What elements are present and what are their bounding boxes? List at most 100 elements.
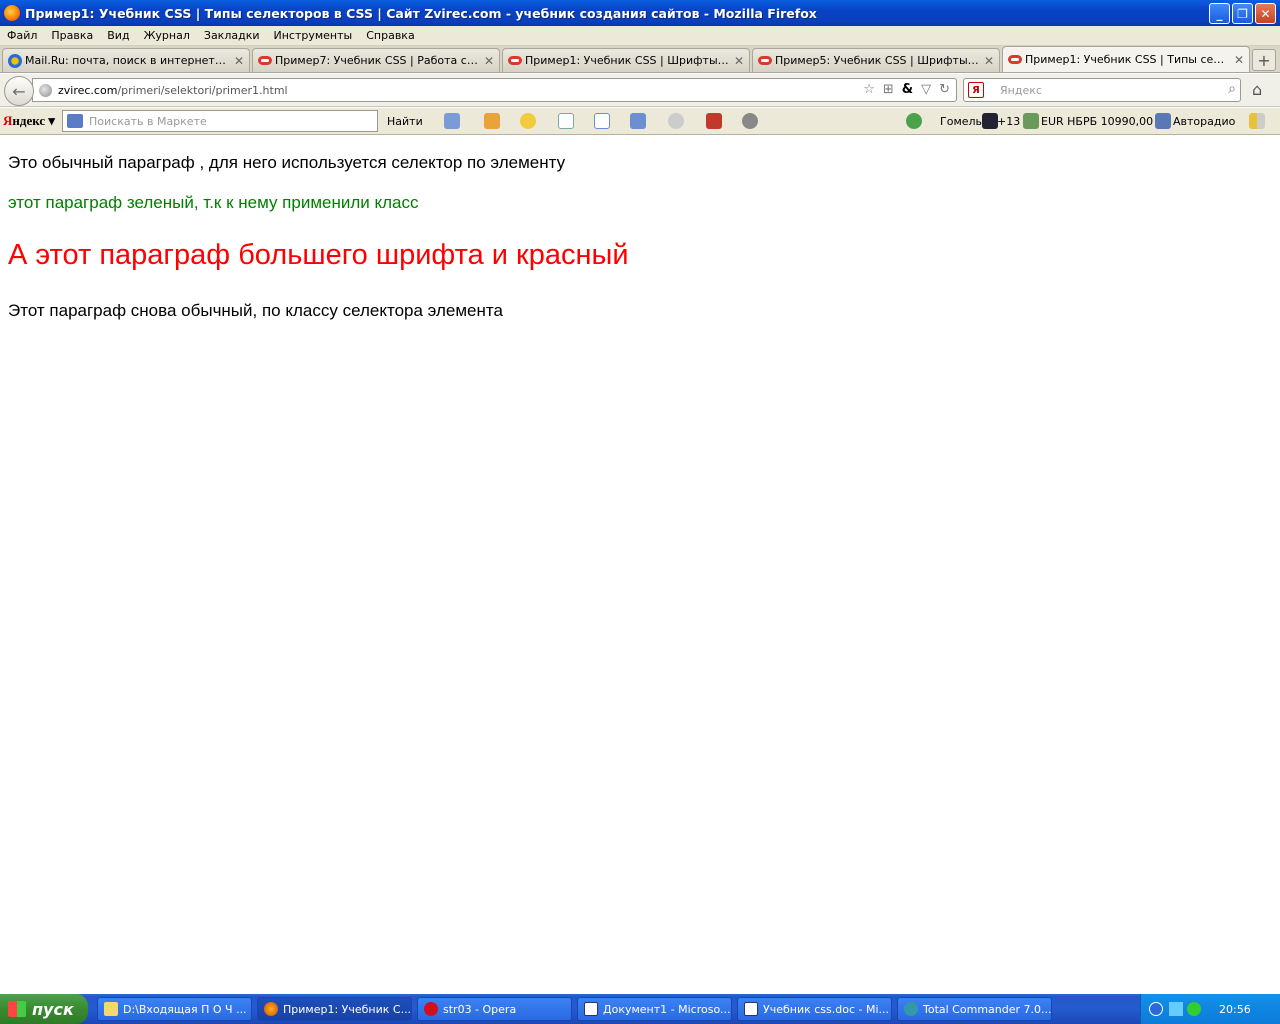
firefox-icon <box>4 5 20 21</box>
market-icon <box>67 114 83 128</box>
zvirec-icon <box>1008 55 1022 64</box>
system-tray: 20:56 <box>1140 994 1280 1024</box>
navigation-bar: zvirec.com/primeri/selektori/primer1.htm… <box>0 74 1280 107</box>
menu-bar: Файл Правка Вид Журнал Закладки Инструме… <box>0 26 1280 46</box>
dropdown-arrow-icon[interactable]: ▽ <box>921 82 931 97</box>
tab-primer5-fonts[interactable]: Пример5: Учебник CSS | Шрифты в CS... ✕ <box>752 48 1000 72</box>
key-icon[interactable] <box>906 113 922 129</box>
url-bar[interactable]: zvirec.com/primeri/selektori/primer1.htm… <box>32 78 957 102</box>
mailru-icon <box>8 53 22 68</box>
close-tab-icon[interactable]: ✕ <box>1234 53 1244 67</box>
spellcheck-icon[interactable] <box>558 113 574 129</box>
folder-icon <box>104 1002 118 1016</box>
tab-label: Пример1: Учебник CSS | Типы селекто... <box>1025 53 1230 66</box>
clock[interactable]: 20:56 <box>1219 1003 1251 1016</box>
url-host: zvirec.com <box>58 83 118 97</box>
tab-label: Пример5: Учебник CSS | Шрифты в CS... <box>775 54 980 67</box>
market-placeholder: Поискать в Маркете <box>89 114 207 128</box>
menu-tools[interactable]: Инструменты <box>267 29 360 42</box>
close-tab-icon[interactable]: ✕ <box>984 54 994 68</box>
taskbar-button-opera[interactable]: str03 - Opera <box>417 997 572 1021</box>
tab-primer1-selectors[interactable]: Пример1: Учебник CSS | Типы селекто... ✕ <box>1002 46 1250 72</box>
tab-strip: Mail.Ru: почта, поиск в интернете, но...… <box>0 46 1280 73</box>
search-bar[interactable]: Я Яндекс ⌕ <box>963 78 1241 102</box>
settings-gear-icon[interactable] <box>742 113 758 129</box>
close-tab-icon[interactable]: ✕ <box>734 54 744 68</box>
mail-icon[interactable] <box>444 113 460 129</box>
taskbar-button-word1[interactable]: Документ1 - Microso... <box>577 997 732 1021</box>
zvirec-icon <box>758 56 772 65</box>
apps-icon[interactable] <box>706 113 722 129</box>
tab-label: Mail.Ru: почта, поиск в интернете, но... <box>25 54 230 67</box>
word-icon <box>744 1002 758 1016</box>
start-button[interactable]: пуск <box>0 994 88 1024</box>
taskbar: пуск D:\Входящая П О Ч ... Пример1: Учеб… <box>0 994 1280 1024</box>
tab-primer1-fonts[interactable]: Пример1: Учебник CSS | Шрифты в CS... ✕ <box>502 48 750 72</box>
tray-expand-icon[interactable] <box>1149 1002 1163 1016</box>
menu-history[interactable]: Журнал <box>137 29 197 42</box>
home-icon[interactable]: ⌂ <box>1252 80 1262 99</box>
paragraph-normal-again: Этот параграф снова обычный, по классу с… <box>8 301 503 320</box>
zvirec-icon <box>258 56 272 65</box>
search-placeholder: Яндекс <box>1000 83 1042 97</box>
window-title: Пример1: Учебник CSS | Типы селекторов в… <box>25 5 817 21</box>
taskbar-button-folder[interactable]: D:\Входящая П О Ч ... <box>97 997 252 1021</box>
firefox-icon <box>264 1002 278 1016</box>
weather-temp[interactable]: +13 <box>997 115 1020 128</box>
radio-station[interactable]: Авторадио <box>1173 115 1235 128</box>
taskbar-button-firefox[interactable]: Пример1: Учебник С... <box>257 997 412 1021</box>
tab-primer7[interactable]: Пример7: Учебник CSS | Работа с цвет... … <box>252 48 500 72</box>
translate-icon[interactable]: ⊞ <box>883 82 894 97</box>
taskbar-button-word2[interactable]: Учебник css.doc - Mi... <box>737 997 892 1021</box>
totalcmd-icon <box>904 1002 918 1016</box>
title-bar: Пример1: Учебник CSS | Типы селекторов в… <box>0 0 1280 26</box>
menu-view[interactable]: Вид <box>100 29 136 42</box>
menu-bookmarks[interactable]: Закладки <box>197 29 267 42</box>
word-icon <box>584 1002 598 1016</box>
taskbar-button-totalcmd[interactable]: Total Commander 7.0... <box>897 997 1052 1021</box>
bookmark-star-icon[interactable]: ☆ <box>863 82 875 97</box>
weather-icon <box>982 113 998 129</box>
market-search-input[interactable]: Поискать в Маркете <box>62 110 378 132</box>
weather-city[interactable]: Гомель <box>940 115 982 128</box>
bookmarks-icon[interactable] <box>484 113 500 129</box>
currency-rate[interactable]: EUR НБРБ 10990,00 <box>1041 115 1153 128</box>
paragraph-normal: Это обычный параграф , для него использу… <box>8 153 566 172</box>
speaker-icon[interactable] <box>1155 113 1171 129</box>
back-button[interactable]: ← <box>4 76 34 106</box>
yandex-toolbar: Яндекс ▾ Поискать в Маркете Найти Гомель… <box>0 108 1280 135</box>
tab-mailru[interactable]: Mail.Ru: почта, поиск в интернете, но...… <box>2 48 250 72</box>
ampersand-icon[interactable]: & <box>902 82 913 97</box>
tab-label: Пример1: Учебник CSS | Шрифты в CS... <box>525 54 730 67</box>
favorites-star-icon[interactable] <box>520 113 536 129</box>
yandex-engine-icon[interactable]: Я <box>968 82 984 98</box>
translate-tool-icon[interactable] <box>594 113 610 129</box>
menu-help[interactable]: Справка <box>359 29 421 42</box>
new-tab-button[interactable]: + <box>1252 49 1276 71</box>
close-tab-icon[interactable]: ✕ <box>484 54 494 68</box>
restore-button[interactable]: ❐ <box>1232 3 1253 24</box>
close-button[interactable]: ✕ <box>1255 3 1276 24</box>
chat-icon[interactable] <box>668 113 684 129</box>
yandex-logo[interactable]: Яндекс ▾ <box>3 113 55 129</box>
find-button[interactable]: Найти <box>387 115 423 128</box>
tab-label: Пример7: Учебник CSS | Работа с цвет... <box>275 54 480 67</box>
url-path: /primeri/selektori/primer1.html <box>117 83 288 97</box>
menu-edit[interactable]: Правка <box>44 29 100 42</box>
close-tab-icon[interactable]: ✕ <box>234 54 244 68</box>
url-icons: ☆ ⊞ & ▽ ↻ <box>863 82 950 97</box>
search-icon[interactable]: ⌕ <box>1228 81 1236 97</box>
paragraph-green: этот параграф зеленый, т.к к нему примен… <box>8 193 419 212</box>
site-identity-icon[interactable] <box>39 83 52 97</box>
page-content: Это обычный параграф , для него использу… <box>0 136 1280 994</box>
paragraph-red-large: А этот параграф большего шрифта и красны… <box>8 239 629 271</box>
minimize-button[interactable]: _ <box>1209 3 1230 24</box>
antivirus-icon[interactable] <box>1187 1002 1201 1016</box>
reload-icon[interactable]: ↻ <box>939 82 950 97</box>
window-controls: _ ❐ ✕ <box>1209 3 1276 24</box>
dictionary-icon[interactable] <box>630 113 646 129</box>
network-icon[interactable] <box>1169 1002 1183 1016</box>
currency-chart-icon <box>1023 113 1039 129</box>
signal-bars-icon <box>1249 113 1265 129</box>
menu-file[interactable]: Файл <box>0 29 44 42</box>
